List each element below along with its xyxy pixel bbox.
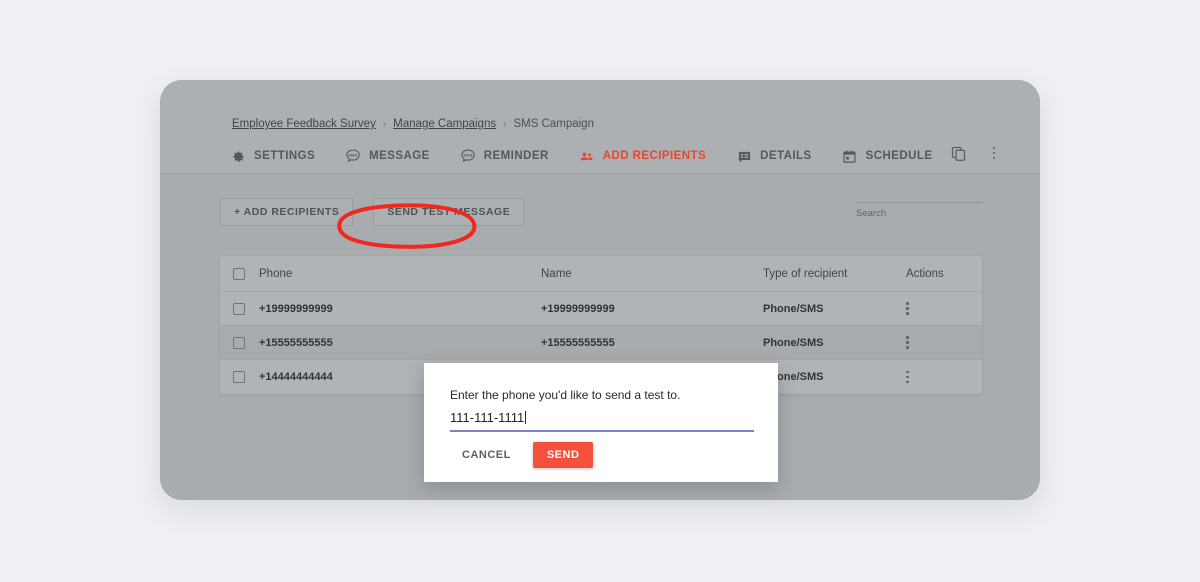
- gear-icon: [230, 148, 246, 164]
- tab-label: ADD RECIPIENTS: [602, 150, 707, 162]
- row-checkbox[interactable]: [233, 302, 245, 315]
- table-row[interactable]: +19999999999 +19999999999 Phone/SMS: [220, 292, 982, 326]
- row-checkbox[interactable]: [233, 336, 245, 349]
- select-all-checkbox-cell: [233, 267, 259, 280]
- svg-text:SMS: SMS: [463, 152, 473, 157]
- phone-input-underline: [450, 430, 754, 432]
- toolbar: + ADD RECIPIENTS SEND TEST MESSAGE: [220, 198, 525, 226]
- row-checkbox-cell: [233, 371, 259, 383]
- cell-name: +19999999999: [541, 302, 615, 315]
- tab-settings[interactable]: SETTINGS: [230, 140, 315, 174]
- breadcrumb-separator-icon: ›: [503, 118, 507, 130]
- breadcrumb: Employee Feedback Survey › Manage Campai…: [232, 118, 594, 130]
- sms-bubble-icon: SMS: [460, 148, 476, 164]
- tab-label: SETTINGS: [254, 150, 316, 162]
- tab-reminder[interactable]: SMS REMINDER: [460, 140, 549, 174]
- tab-label: REMINDER: [483, 150, 549, 162]
- row-kebab-menu-icon[interactable]: [906, 336, 909, 349]
- add-recipients-button[interactable]: + ADD RECIPIENTS: [220, 198, 354, 226]
- row-checkbox[interactable]: [233, 371, 245, 383]
- people-icon: [579, 148, 595, 164]
- tab-bar: SETTINGS SMS MESSAGE SMS REMINDER ADD RE…: [230, 140, 1004, 180]
- cell-type: Phone/SMS: [763, 371, 824, 383]
- search-label: Search: [856, 208, 887, 219]
- cell-type: Phone/SMS: [763, 336, 824, 349]
- send-button[interactable]: SEND: [532, 442, 594, 468]
- dialog-prompt: Enter the phone you'd like to send a tes…: [450, 388, 681, 402]
- breadcrumb-item-1[interactable]: Manage Campaigns: [393, 118, 496, 130]
- phone-input-value: 111-111-1111: [450, 409, 525, 425]
- column-header-name[interactable]: Name: [541, 268, 763, 280]
- breadcrumb-item-2: SMS Campaign: [513, 118, 594, 130]
- table-row[interactable]: +15555555555 +15555555555 Phone/SMS: [220, 326, 982, 360]
- tab-label: MESSAGE: [369, 150, 430, 162]
- text-caret: [525, 410, 527, 424]
- phone-input-wrapper[interactable]: 111-111-1111: [450, 407, 754, 432]
- cell-actions: [906, 302, 982, 315]
- table-header-row: Phone Name Type of recipient Actions: [220, 256, 982, 292]
- column-header-actions: Actions: [906, 267, 944, 280]
- search-underline: [856, 202, 982, 203]
- breadcrumb-separator-icon: ›: [382, 118, 387, 130]
- row-checkbox-cell: [233, 302, 259, 315]
- cell-type: Phone/SMS: [763, 302, 824, 315]
- row-checkbox-cell: [233, 336, 259, 349]
- details-icon: [736, 148, 752, 164]
- cancel-button[interactable]: CANCEL: [450, 442, 523, 468]
- cell-phone: +19999999999: [259, 302, 333, 315]
- cell-name: +15555555555: [541, 336, 615, 349]
- cell-actions: [906, 370, 982, 384]
- kebab-dots: [992, 146, 996, 160]
- send-test-message-dialog: Enter the phone you'd like to send a tes…: [424, 363, 778, 482]
- phone-input[interactable]: 111-111-1111: [450, 407, 754, 427]
- svg-text:SMS: SMS: [348, 152, 358, 157]
- tab-label: DETAILS: [760, 150, 812, 162]
- breadcrumb-item-0[interactable]: Employee Feedback Survey: [232, 118, 376, 130]
- copy-icon[interactable]: [948, 142, 968, 164]
- tab-details[interactable]: DETAILS: [736, 140, 812, 174]
- kebab-menu-icon[interactable]: [984, 142, 1004, 164]
- tab-message[interactable]: SMS MESSAGE: [345, 140, 430, 174]
- column-header-type[interactable]: Type of recipient: [763, 268, 906, 280]
- calendar-icon: [842, 148, 858, 164]
- send-test-message-button[interactable]: SEND TEST MESSAGE: [373, 198, 525, 226]
- tab-add-recipients[interactable]: ADD RECIPIENTS: [578, 140, 707, 180]
- cell-actions: [906, 336, 982, 349]
- tab-schedule[interactable]: SCHEDULE: [842, 140, 933, 174]
- dialog-actions: CANCEL SEND: [450, 442, 594, 468]
- app-header: Employee Feedback Survey › Manage Campai…: [160, 80, 1040, 180]
- cell-phone: +15555555555: [259, 336, 333, 349]
- header-actions: [948, 142, 1004, 164]
- column-header-phone[interactable]: Phone: [259, 268, 541, 280]
- select-all-checkbox[interactable]: [233, 267, 245, 280]
- row-kebab-menu-icon[interactable]: [906, 302, 909, 315]
- search-field[interactable]: Search: [856, 202, 982, 219]
- row-kebab-menu-icon[interactable]: [906, 370, 909, 384]
- sms-bubble-icon: SMS: [345, 148, 361, 164]
- tab-label: SCHEDULE: [865, 150, 933, 162]
